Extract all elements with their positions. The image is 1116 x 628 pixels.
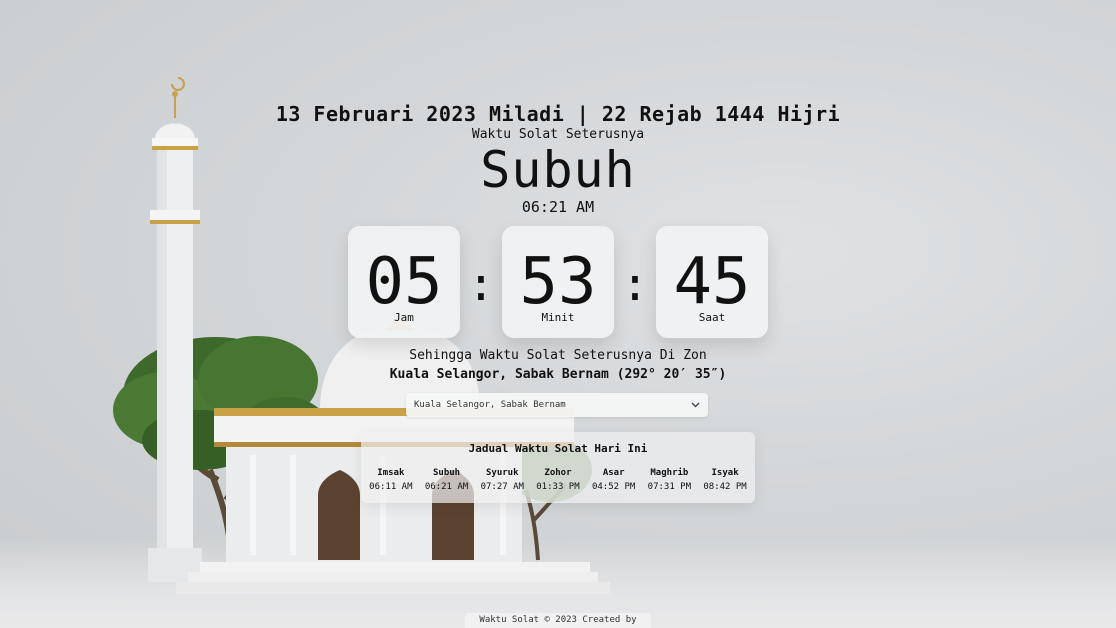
- prayer-name: Subuh: [433, 468, 461, 478]
- countdown: 05 Jam : 53 Minit : 45 Saat: [348, 226, 768, 338]
- schedule-list: Imsak 06:11 AM Subuh 06:21 AM Syuruk 07:…: [363, 468, 753, 492]
- chevron-down-icon: [691, 393, 700, 427]
- prayer-name: Syuruk: [485, 468, 519, 478]
- prayer-name: Isyak: [711, 468, 739, 478]
- prayer-time: 04:52 PM: [591, 482, 636, 492]
- zone-select-value: Kuala Selangor, Sabak Bernam: [414, 400, 566, 410]
- schedule-item-asar: Asar 04:52 PM: [587, 468, 641, 492]
- footer-credit: Waktu Solat © 2023 Created by Salimi: [465, 613, 651, 628]
- next-prayer-time: 06:21 AM: [521, 198, 595, 216]
- schedule-card: Jadual Waktu Solat Hari Ini Imsak 06:11 …: [361, 432, 755, 503]
- prayer-name: Asar: [602, 468, 625, 478]
- countdown-seconds-card: 45 Saat: [656, 226, 768, 338]
- prayer-time: 01:33 PM: [536, 482, 580, 492]
- countdown-minutes: 53: [519, 245, 597, 319]
- prayer-time: 07:31 PM: [647, 482, 692, 492]
- countdown-seconds: 45: [673, 245, 751, 319]
- schedule-item-isyak: Isyak 08:42 PM: [698, 468, 752, 492]
- prayer-name: Zohor: [544, 468, 572, 478]
- prayer-name: Imsak: [377, 468, 405, 478]
- zone-caption: Sehingga Waktu Solat Seterusnya Di Zon: [409, 348, 707, 363]
- countdown-seconds-label: Saat: [698, 311, 726, 324]
- countdown-separator: :: [467, 257, 495, 311]
- prayer-time: 06:11 AM: [369, 482, 413, 492]
- countdown-hours: 05: [365, 245, 443, 319]
- next-prayer-name: Subuh: [480, 141, 636, 199]
- schedule-title: Jadual Waktu Solat Hari Ini: [468, 442, 648, 455]
- schedule-item-subuh: Subuh 06:21 AM: [420, 468, 474, 492]
- countdown-separator: :: [621, 257, 649, 311]
- countdown-hours-label: Jam: [394, 311, 414, 324]
- schedule-item-imsak: Imsak 06:11 AM: [364, 468, 418, 492]
- zone-select[interactable]: Kuala Selangor, Sabak Bernam: [406, 393, 708, 417]
- prayer-time: 07:27 AM: [480, 482, 524, 492]
- schedule-item-syuruk: Syuruk 07:27 AM: [475, 468, 529, 492]
- prayer-time: 08:42 PM: [703, 482, 747, 492]
- countdown-hours-card: 05 Jam: [348, 226, 460, 338]
- date-line: 13 Februari 2023 Miladi | 22 Rejab 1444 …: [275, 102, 841, 126]
- prayer-name: Maghrib: [650, 468, 689, 478]
- zone-name: Kuala Selangor, Sabak Bernam (292° 20′ 3…: [389, 367, 727, 382]
- prayer-time: 06:21 AM: [424, 482, 469, 492]
- schedule-item-zohor: Zohor 01:33 PM: [531, 468, 585, 492]
- schedule-item-maghrib: Maghrib 07:31 PM: [642, 468, 696, 492]
- countdown-minutes-label: Minit: [541, 311, 575, 324]
- countdown-minutes-card: 53 Minit: [502, 226, 614, 338]
